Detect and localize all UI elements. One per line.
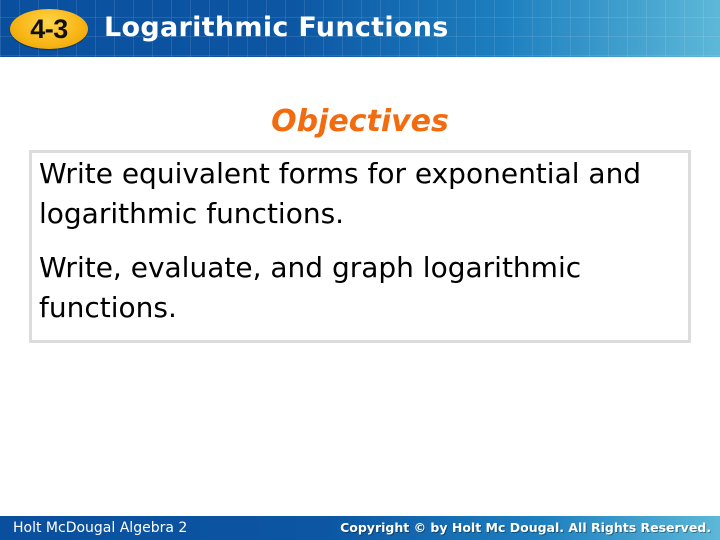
- lesson-title: Logarithmic Functions: [104, 12, 449, 43]
- copyright-notice: Copyright © by Holt Mc Dougal. All Right…: [340, 520, 711, 535]
- lesson-number-badge: 4-3: [10, 9, 88, 49]
- objective-item: Write, evaluate, and graph logarithmic f…: [39, 251, 582, 324]
- course-name: Holt McDougal Algebra 2: [13, 520, 188, 536]
- objective-item: Write equivalent forms for exponential a…: [39, 157, 642, 230]
- slide-header: 4-3 Logarithmic Functions: [0, 0, 720, 57]
- slide-footer: Holt McDougal Algebra 2 Copyright © by H…: [0, 516, 720, 540]
- objectives-heading: Objectives: [271, 104, 449, 139]
- objectives-box: Write equivalent forms for exponential a…: [29, 150, 691, 343]
